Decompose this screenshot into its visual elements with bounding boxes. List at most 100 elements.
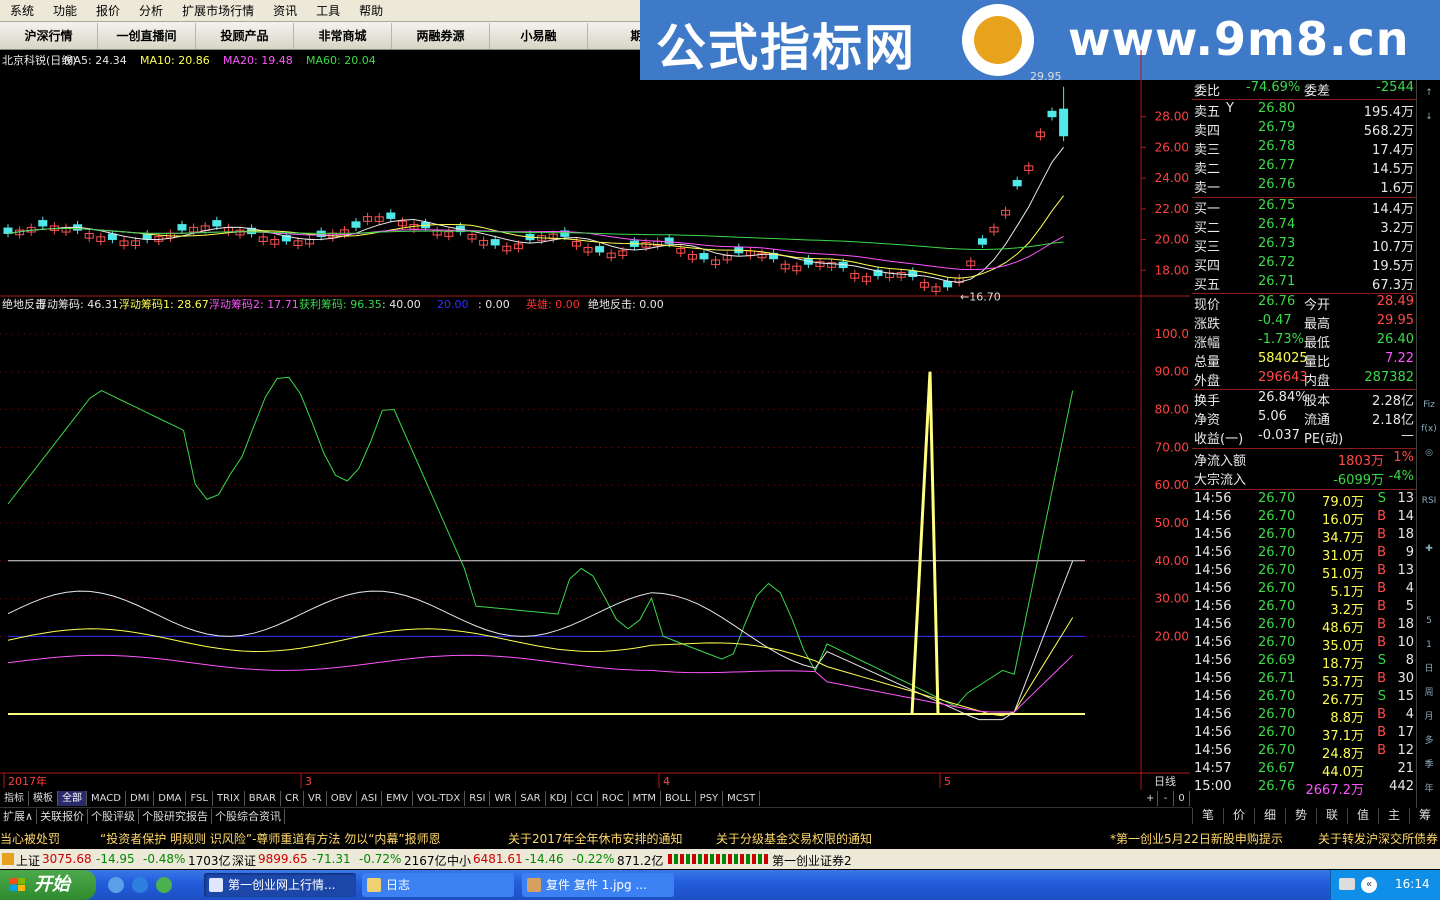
extension-tab[interactable]: 个股综合资讯: [212, 808, 286, 824]
indicator-tab[interactable]: FSL: [186, 791, 213, 806]
tool-icon[interactable]: RSI: [1419, 492, 1439, 510]
media-icon[interactable]: [156, 877, 172, 893]
panel-tab[interactable]: 联: [1316, 807, 1347, 824]
news-headline[interactable]: “投资者保护 明规则 识风险”-尊师重道有方法 勿以“内幕”报师恩: [100, 830, 441, 847]
task-log-folder[interactable]: 日志: [362, 873, 514, 897]
tool-icon[interactable]: [1419, 180, 1439, 198]
tool-icon[interactable]: [1419, 468, 1439, 486]
tool-icon[interactable]: [1419, 324, 1439, 342]
menu-item[interactable]: 扩展市场行情: [172, 0, 263, 22]
indicator-tab[interactable]: 全部: [58, 791, 87, 806]
indicator-tab[interactable]: 指标: [0, 791, 29, 806]
zoom-button[interactable]: -: [1158, 791, 1174, 806]
top-tab[interactable]: 非常商城: [294, 22, 392, 49]
tool-icon[interactable]: 年: [1419, 780, 1439, 798]
period-label[interactable]: 日线: [1154, 774, 1176, 788]
indicator-tab[interactable]: VOL-TDX: [413, 791, 466, 806]
tool-icon[interactable]: [1419, 372, 1439, 390]
extension-tab[interactable]: 个股评级: [88, 808, 140, 824]
tool-icon[interactable]: 多: [1419, 732, 1439, 750]
chart-area[interactable]: 28.00 26.00 24.00 22.00 20.00 18.00 100.0 90.00…: [0, 50, 1190, 808]
menu-item[interactable]: 工具: [306, 0, 349, 22]
news-headline[interactable]: 关于2017年全年休市安排的通知: [508, 830, 683, 847]
tool-icon[interactable]: ◎: [1419, 444, 1439, 462]
tool-icon[interactable]: [1419, 252, 1439, 270]
indicator-tab[interactable]: OBV: [327, 791, 357, 806]
top-tab[interactable]: 一创直播间: [98, 22, 196, 49]
indicator-tab[interactable]: MTM: [629, 791, 661, 806]
menu-item[interactable]: 资讯: [263, 0, 306, 22]
indicator-tab[interactable]: CCI: [572, 791, 598, 806]
indicator-tab[interactable]: ASI: [357, 791, 383, 806]
tool-icon[interactable]: ✚: [1419, 540, 1439, 558]
news-headline[interactable]: *第一创业5月22日新股申购提示: [1110, 830, 1283, 847]
indicator-tab[interactable]: 模板: [29, 791, 58, 806]
start-button[interactable]: 开始: [0, 870, 96, 900]
top-tab[interactable]: 小易融: [490, 22, 588, 49]
indicator-tab[interactable]: EMV: [382, 791, 413, 806]
tool-icon[interactable]: 周: [1419, 684, 1439, 702]
panel-tab[interactable]: 细: [1254, 807, 1285, 824]
indicator-tab[interactable]: PSY: [696, 791, 724, 806]
tool-icon[interactable]: [1419, 156, 1439, 174]
indicator-tab[interactable]: RSI: [465, 791, 491, 806]
indicator-tab[interactable]: SAR: [516, 791, 546, 806]
tool-icon[interactable]: 5: [1419, 612, 1439, 630]
tool-icon[interactable]: ↑: [1419, 84, 1439, 102]
news-headline[interactable]: 当心被处罚: [0, 830, 60, 847]
panel-tab[interactable]: 筹: [1409, 807, 1440, 824]
task-trading-app[interactable]: 第一创业网上行情...: [204, 873, 356, 897]
tool-icon[interactable]: [1419, 564, 1439, 582]
news-headline[interactable]: 关于转发沪深交所债券: [1318, 830, 1438, 847]
news-ticker[interactable]: 当心被处罚 “投资者保护 明规则 识风险”-尊师重道有方法 勿以“内幕”报师恩 关于…: [0, 828, 1440, 848]
keyboard-icon[interactable]: [1339, 878, 1355, 890]
show-desktop-icon[interactable]: [108, 877, 124, 893]
menu-item[interactable]: 系统: [0, 0, 43, 22]
tool-icon[interactable]: f(x): [1419, 420, 1439, 438]
ie-icon[interactable]: [132, 877, 148, 893]
tool-icon[interactable]: [1419, 348, 1439, 366]
indicator-tab[interactable]: DMI: [126, 791, 155, 806]
menu-item[interactable]: 帮助: [349, 0, 392, 22]
tool-icon[interactable]: [1419, 204, 1439, 222]
zoom-button[interactable]: 0: [1174, 791, 1190, 806]
task-image-viewer[interactable]: 复件 复件 1.jpg ...: [522, 873, 674, 897]
tool-icon[interactable]: 月: [1419, 708, 1439, 726]
panel-tab[interactable]: 价: [1223, 807, 1254, 824]
panel-tab[interactable]: 势: [1285, 807, 1316, 824]
indicator-tab[interactable]: BRAR: [245, 791, 281, 806]
top-tab[interactable]: 沪深行情: [0, 22, 98, 49]
tool-icon[interactable]: 1: [1419, 636, 1439, 654]
tool-icon[interactable]: [1419, 300, 1439, 318]
extension-tab[interactable]: 扩展∧: [0, 808, 38, 824]
indicator-tab[interactable]: ROC: [598, 791, 629, 806]
indicator-tab[interactable]: TRIX: [213, 791, 245, 806]
panel-tab[interactable]: 笔: [1192, 807, 1223, 824]
extension-tab[interactable]: 个股研究报告: [139, 808, 213, 824]
tool-icon[interactable]: 季: [1419, 756, 1439, 774]
indicator-tab[interactable]: VR: [304, 791, 327, 806]
chart-canvas[interactable]: 28.00 26.00 24.00 22.00 20.00 18.00 100.0 90.00…: [0, 50, 1190, 790]
indicator-tab[interactable]: KDJ: [546, 791, 572, 806]
tool-icon[interactable]: [1419, 516, 1439, 534]
indicator-tab[interactable]: DMA: [154, 791, 187, 806]
panel-tab[interactable]: 值: [1347, 807, 1378, 824]
tool-icon[interactable]: Fiz: [1419, 396, 1439, 414]
tool-icon[interactable]: [1419, 132, 1439, 150]
collapse-tray-icon[interactable]: «: [1361, 877, 1377, 893]
tool-icon[interactable]: 日: [1419, 660, 1439, 678]
tool-icon[interactable]: [1419, 588, 1439, 606]
indicator-tab[interactable]: MCST: [723, 791, 761, 806]
tool-icon[interactable]: [1419, 276, 1439, 294]
menu-item[interactable]: 功能: [43, 0, 86, 22]
menu-item[interactable]: 报价: [86, 0, 129, 22]
news-headline[interactable]: 关于分级基金交易权限的通知: [716, 830, 872, 847]
indicator-tab[interactable]: CR: [281, 791, 304, 806]
top-tab[interactable]: 两融券源: [392, 22, 490, 49]
top-tab[interactable]: 投顾产品: [196, 22, 294, 49]
indicator-tab[interactable]: WR: [490, 791, 517, 806]
indicator-tab[interactable]: MACD: [87, 791, 126, 806]
panel-tab[interactable]: 主: [1378, 807, 1409, 824]
menu-item[interactable]: 分析: [129, 0, 172, 22]
tool-icon[interactable]: [1419, 228, 1439, 246]
